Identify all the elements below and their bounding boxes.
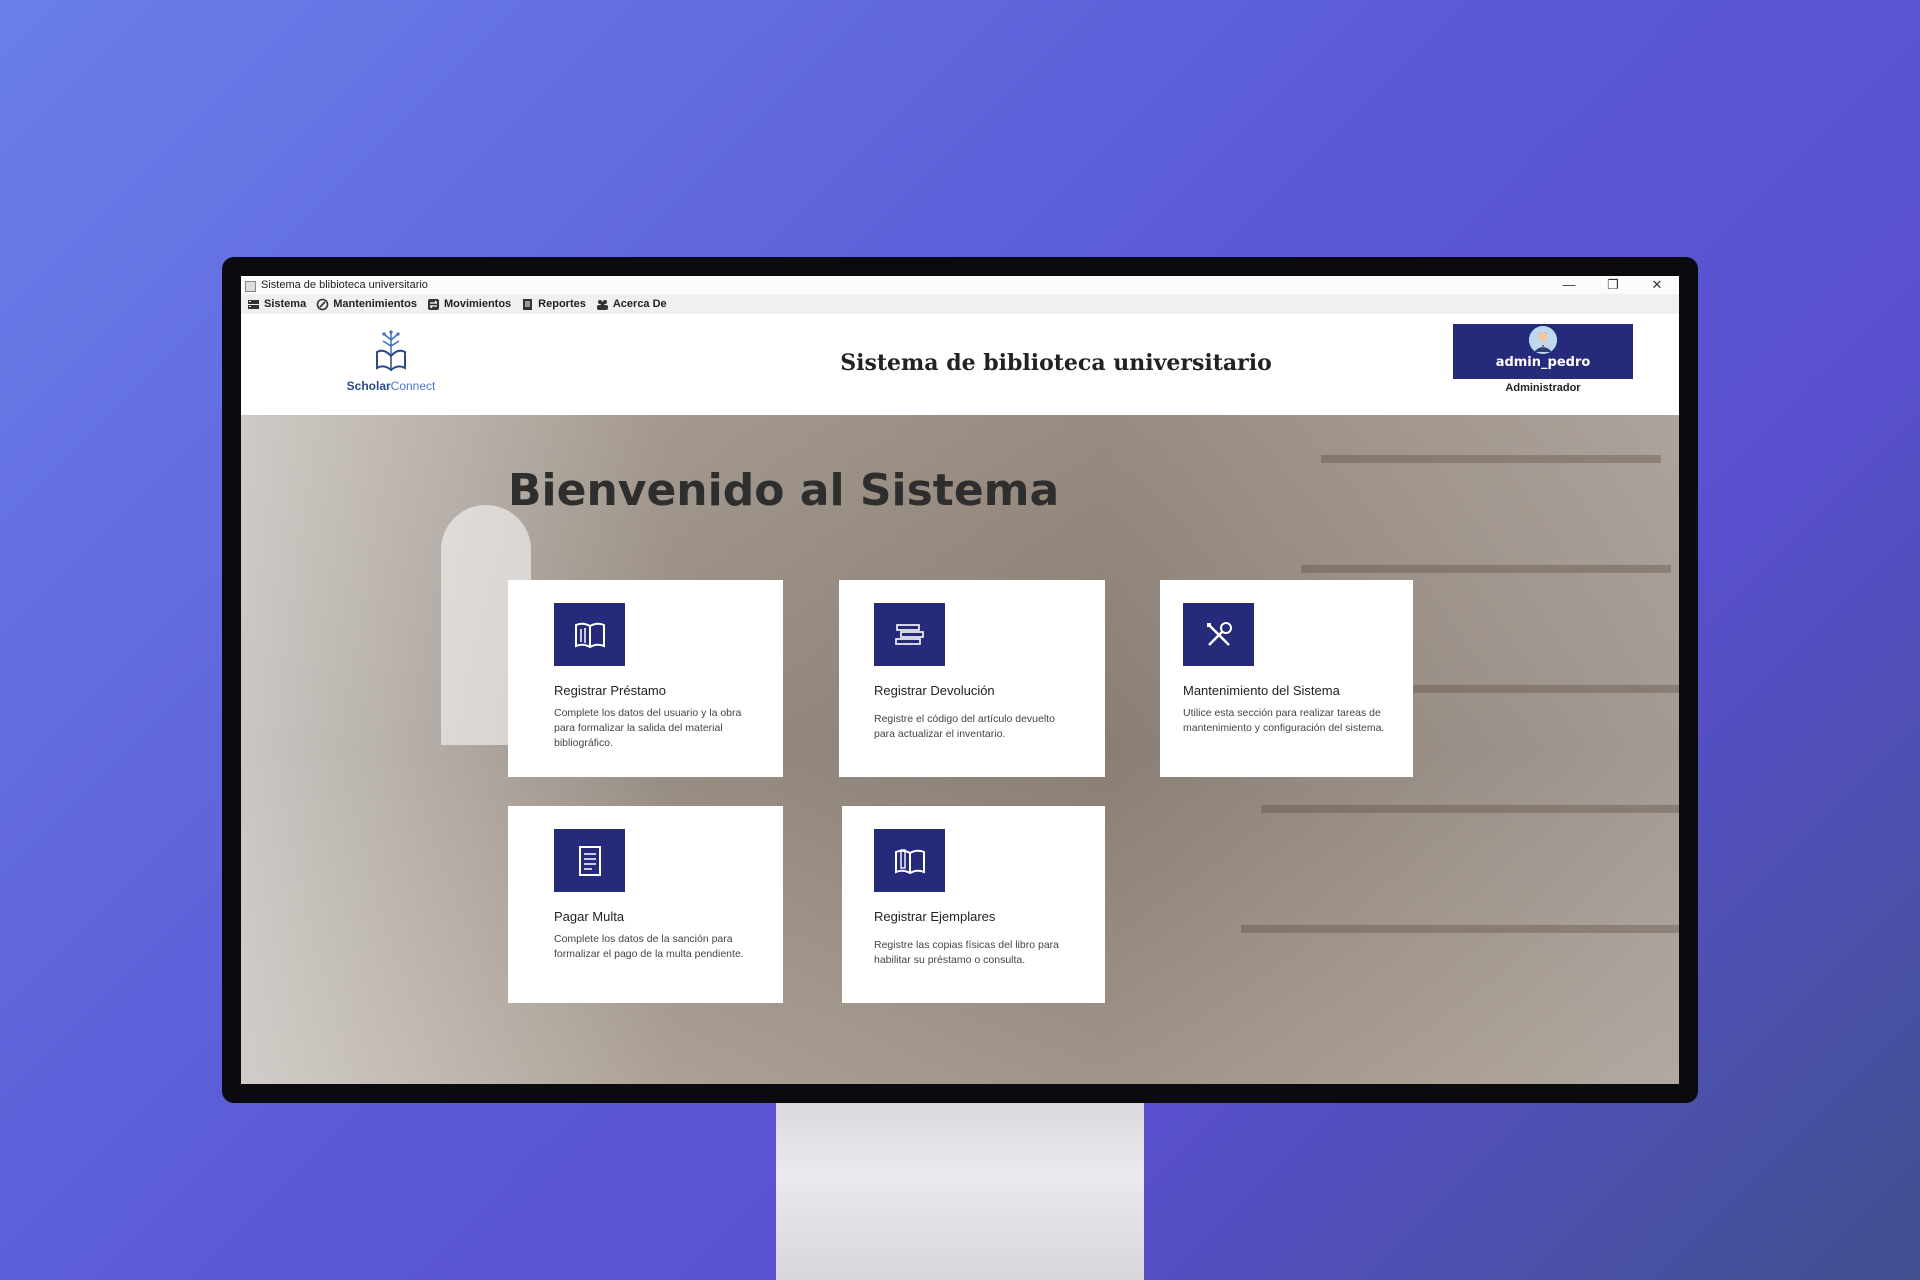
menu-movimientos[interactable]: Movimientos <box>427 298 511 311</box>
app-window: Sistema de blibioteca universitario — ❐ … <box>241 276 1679 1084</box>
card-title: Registrar Devolución <box>874 683 995 698</box>
card-title: Mantenimiento del Sistema <box>1183 683 1340 698</box>
report-icon <box>521 298 534 311</box>
dashboard-main: Bienvenido al Sistema Registrar Préstamo… <box>241 415 1679 1084</box>
window-title: Sistema de blibioteca universitario <box>261 279 428 291</box>
username: admin_pedro <box>1495 355 1591 370</box>
group-icon <box>596 298 609 311</box>
logo: ScholarConnect <box>345 328 437 398</box>
menu-acerca-de-label: Acerca De <box>612 298 667 310</box>
restore-button[interactable]: ❐ <box>1591 276 1635 294</box>
bg-shelf <box>1301 565 1671 573</box>
card-mantenimiento-sistema[interactable]: Mantenimiento del Sistema Utilice esta s… <box>1160 580 1413 777</box>
card-registrar-ejemplares[interactable]: Registrar Ejemplares Registre las copias… <box>842 806 1105 1003</box>
menu-acerca-de[interactable]: Acerca De <box>596 298 667 311</box>
card-registrar-prestamo[interactable]: Registrar Préstamo Complete los datos de… <box>508 580 783 777</box>
card-title: Registrar Ejemplares <box>874 909 996 924</box>
user-role: Administrador <box>1505 382 1581 394</box>
minimize-button[interactable]: — <box>1547 276 1591 294</box>
menu-movimientos-label: Movimientos <box>443 298 512 310</box>
menu-sistema[interactable]: Sistema <box>247 298 306 311</box>
card-description: Complete los datos de la sanción para fo… <box>554 933 744 960</box>
monitor-stand <box>776 1103 1144 1280</box>
maintenance-icon <box>316 298 329 311</box>
java-app-icon <box>244 279 256 292</box>
card-description: Utilice esta sección para realizar tarea… <box>1183 707 1385 734</box>
menu-reportes-label: Reportes <box>538 298 586 310</box>
menu-reportes[interactable]: Reportes <box>521 298 586 311</box>
open-book-icon <box>554 603 625 666</box>
menu-bar: Sistema Mantenimientos Movimientos Repor… <box>241 294 1679 314</box>
card-description: Complete los datos del usuario y la obra… <box>554 707 742 749</box>
menu-mantenimientos[interactable]: Mantenimientos <box>316 298 417 311</box>
book-stack-icon <box>874 603 945 666</box>
server-icon <box>247 298 260 311</box>
title-bar: Sistema de blibioteca universitario — ❐ … <box>241 276 1679 294</box>
tools-icon <box>1183 603 1254 666</box>
card-title: Pagar Multa <box>554 909 625 924</box>
close-button[interactable]: ✕ <box>1635 276 1679 294</box>
card-title: Registrar Préstamo <box>554 683 666 698</box>
menu-mantenimientos-label: Mantenimientos <box>333 298 417 310</box>
receipt-icon <box>554 829 625 892</box>
card-pagar-multa[interactable]: Pagar Multa Complete los datos de la san… <box>508 806 783 1003</box>
card-registrar-devolucion[interactable]: Registrar Devolución Registre el código … <box>839 580 1105 777</box>
bg-shelf <box>1241 925 1679 933</box>
avatar <box>1529 326 1557 354</box>
user-badge[interactable]: admin_pedro <box>1453 324 1633 379</box>
card-description: Registre el código del artículo devuelto… <box>874 713 1055 740</box>
app-heading: Sistema de biblioteca universitario <box>840 350 1272 376</box>
logo-text: ScholarConnect <box>346 379 436 393</box>
exchange-icon <box>427 298 440 311</box>
app-header: ScholarConnect Sistema de biblioteca uni… <box>241 314 1679 415</box>
welcome-heading: Bienvenido al Sistema <box>508 465 1060 516</box>
bg-shelf <box>1321 455 1661 463</box>
card-description: Registre las copias físicas del libro pa… <box>874 939 1060 966</box>
books-icon <box>874 829 945 892</box>
book-tree-logo-icon <box>376 330 406 372</box>
menu-sistema-label: Sistema <box>264 298 307 310</box>
bg-shelf <box>1261 805 1679 813</box>
